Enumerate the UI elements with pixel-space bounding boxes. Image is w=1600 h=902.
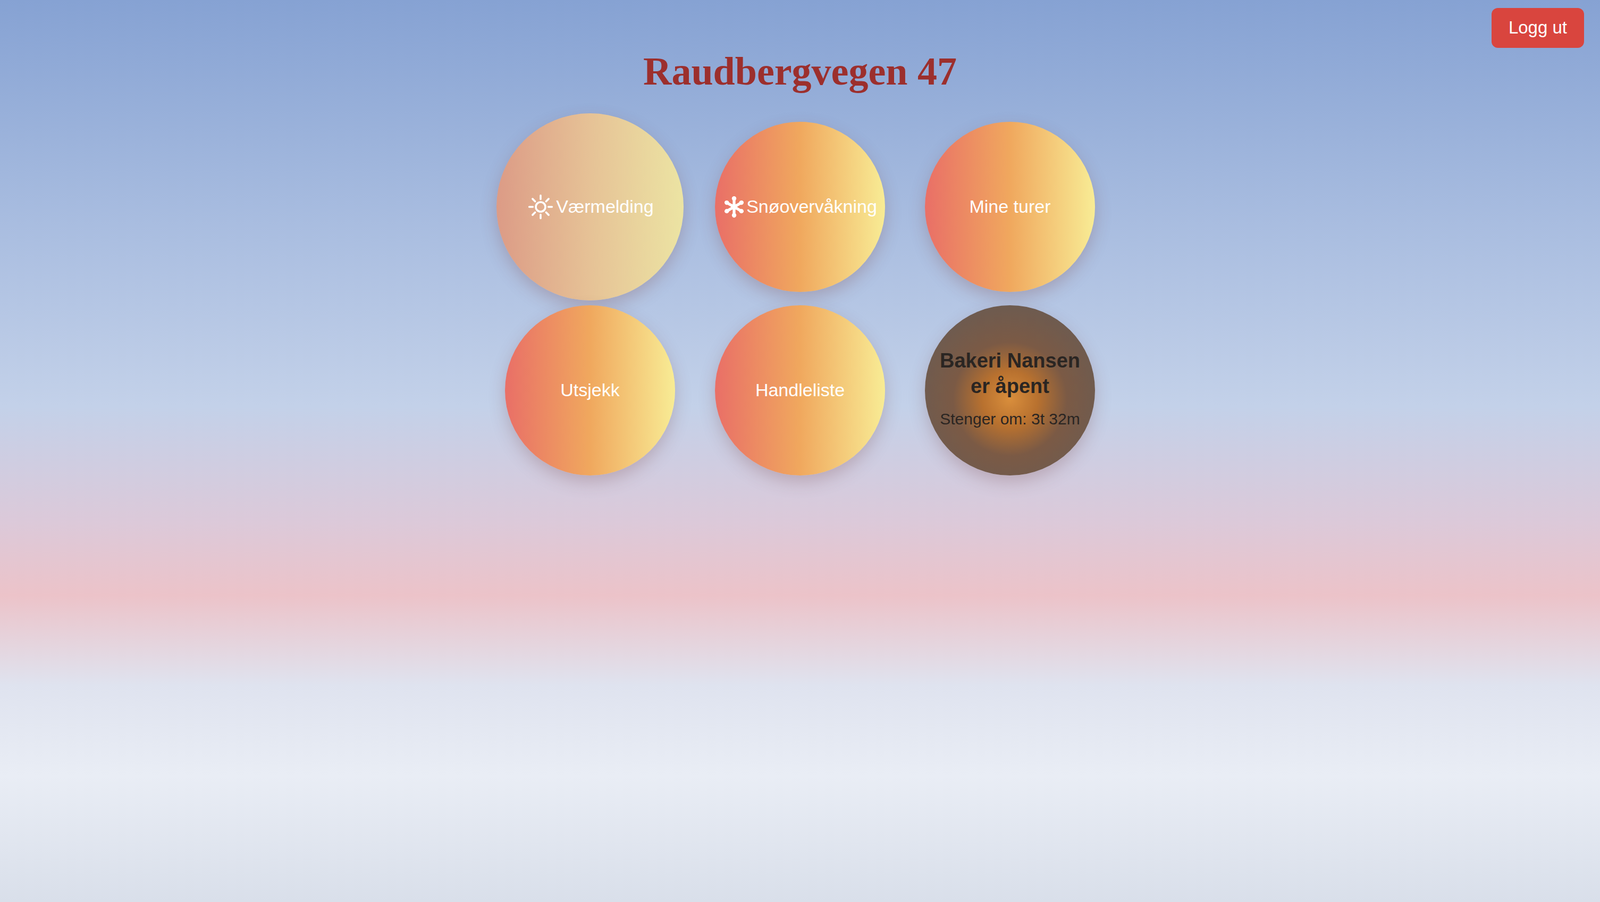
sun-icon	[526, 192, 555, 222]
background-photo: Logg utRaudbergvegen 47 Værmelding Snøover…	[0, 0, 1600, 902]
snowflake-icon	[722, 195, 746, 218]
menu-tile[interactable]: Værmelding	[496, 113, 684, 301]
page-title: Raudbergvegen 47	[0, 0, 1600, 96]
menu-tile[interactable]: Utsjekk	[504, 305, 676, 476]
logout-button[interactable]: Logg ut	[1491, 7, 1585, 48]
closing-time: Stenger om: 3t 32m	[939, 406, 1080, 432]
bakery-tile[interactable]: Bakeri Nansen er åpent Stenger om: 3t 32m	[924, 305, 1096, 476]
menu-tile[interactable]: Snøovervåkning	[714, 121, 886, 292]
menu-tile[interactable]: Handleliste	[714, 305, 886, 476]
tile-label: Værmelding	[556, 192, 654, 221]
bakery-status: Bakeri Nansen er åpent	[935, 348, 1085, 399]
tile-label: Handleliste	[755, 376, 845, 404]
tile-label: Snøovervåkning	[746, 192, 878, 221]
menu-tile[interactable]: Mine turer	[924, 121, 1096, 292]
tile-label: Mine turer	[969, 192, 1051, 221]
tile-grid: Værmelding Snøovervåkning Mine turer Utsjek…	[0, 121, 1600, 476]
tile-label: Utsjekk	[560, 376, 620, 404]
